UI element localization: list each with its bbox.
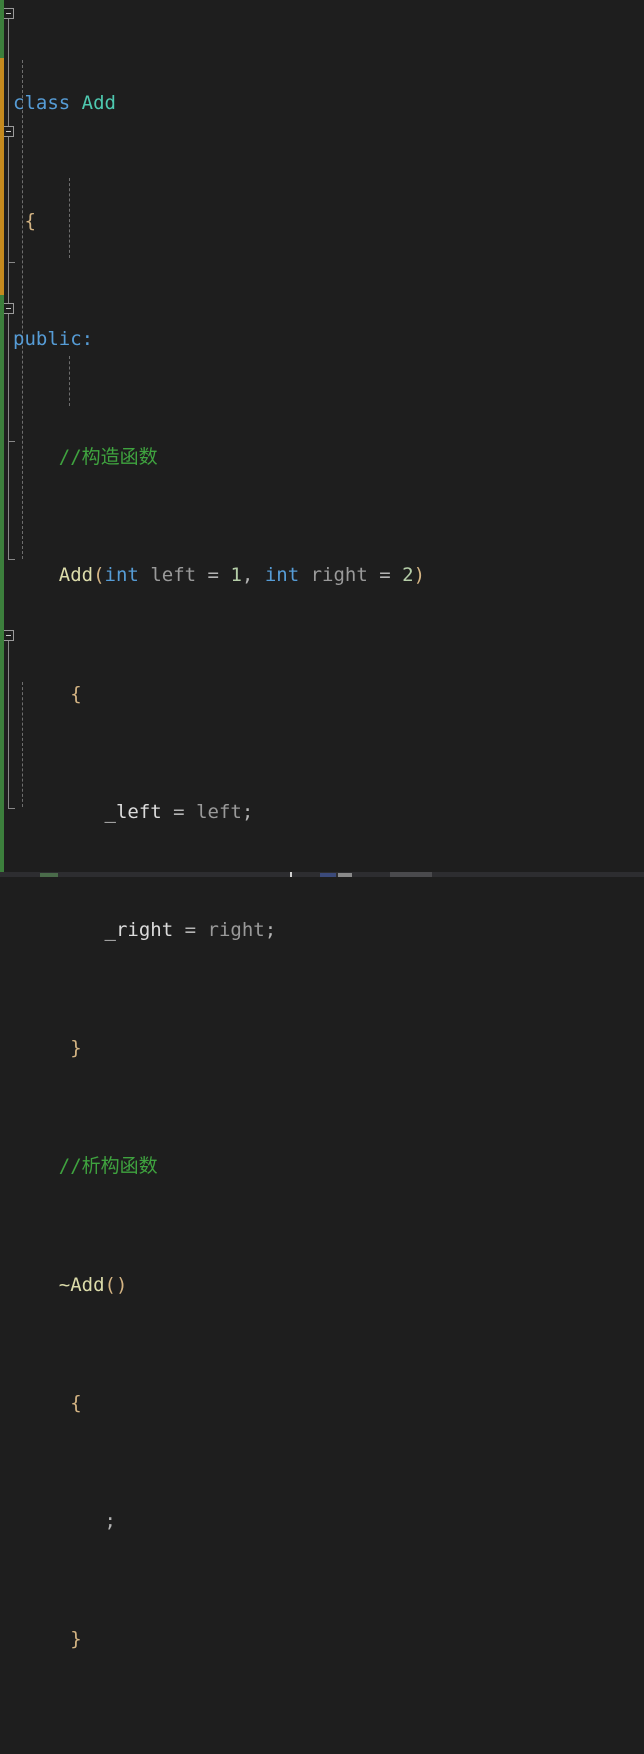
code-line-3[interactable]: public:: [13, 325, 644, 355]
bottom-panel-item-a: [40, 873, 58, 877]
default-value-one: 1: [230, 564, 242, 587]
keyword-int-p2: int: [264, 564, 300, 587]
code-line-7[interactable]: _left = left;: [13, 798, 644, 828]
comment-constructor: //构造函数: [58, 446, 158, 469]
semicolon-2: ;: [264, 918, 277, 941]
code-editor[interactable]: class Add { public: //构造函数 Add(int left …: [0, 0, 644, 1650]
code-line-11[interactable]: ~Add(): [13, 1271, 644, 1301]
function-name-destructor: ~Add: [58, 1273, 105, 1296]
semicolon-1: ;: [241, 800, 254, 823]
brace-open-dtor: {: [70, 1391, 82, 1414]
paren-empty-dtor: (): [104, 1273, 128, 1296]
assign-op-4: =: [184, 918, 197, 941]
bottom-panel-item-e: [390, 872, 432, 877]
code-line-12[interactable]: {: [13, 1389, 644, 1419]
code-line-13[interactable]: ;: [13, 1507, 644, 1537]
type-name-add: Add: [81, 91, 116, 114]
code-line-2[interactable]: {: [13, 207, 644, 237]
keyword-class: class: [13, 91, 71, 114]
code-line-4[interactable]: //构造函数: [13, 443, 644, 473]
code-line-6[interactable]: {: [13, 680, 644, 710]
brace-close-ctor: }: [70, 1037, 82, 1060]
member-right-assign: _right: [104, 918, 174, 941]
comment-destructor: //析构函数: [58, 1155, 158, 1178]
default-value-two: 2: [402, 564, 414, 587]
bottom-panel-caret: [290, 872, 292, 877]
paren-close-ctor: ): [413, 564, 426, 587]
code-line-1[interactable]: class Add: [13, 89, 644, 119]
code-line-14[interactable]: }: [13, 1625, 644, 1655]
parameter-left-ref: left: [196, 800, 242, 823]
brace-open-ctor: {: [70, 682, 82, 705]
keyword-int-p1: int: [104, 564, 139, 587]
bottom-panel-item-d: [338, 873, 352, 877]
bottom-tool-window[interactable]: [0, 872, 644, 877]
brace-close-dtor: }: [70, 1628, 82, 1651]
paren-open-ctor: (: [93, 564, 105, 587]
assign-op-2: =: [379, 564, 391, 587]
code-line-9[interactable]: }: [13, 1034, 644, 1064]
code-line-5[interactable]: Add(int left = 1, int right = 2): [13, 561, 644, 591]
code-line-15[interactable]: [13, 1743, 644, 1754]
parameter-right: right: [310, 564, 368, 587]
code-text-area[interactable]: class Add { public: //构造函数 Add(int left …: [0, 0, 644, 1754]
brace-open-class: {: [24, 209, 36, 232]
parameter-left: left: [150, 564, 197, 587]
function-name-constructor: Add: [58, 564, 94, 587]
bottom-panel-item-c: [320, 873, 336, 877]
assign-op-1: =: [207, 564, 219, 587]
parameter-right-ref: right: [207, 918, 265, 941]
assign-op-3: =: [173, 800, 185, 823]
code-line-10[interactable]: //析构函数: [13, 1152, 644, 1182]
code-line-8[interactable]: _right = right;: [13, 916, 644, 946]
member-left-assign: _left: [104, 800, 162, 823]
empty-statement-semicolon: ;: [104, 1509, 116, 1532]
access-specifier-public: public:: [13, 328, 94, 351]
comma-separator: ,: [241, 564, 254, 587]
